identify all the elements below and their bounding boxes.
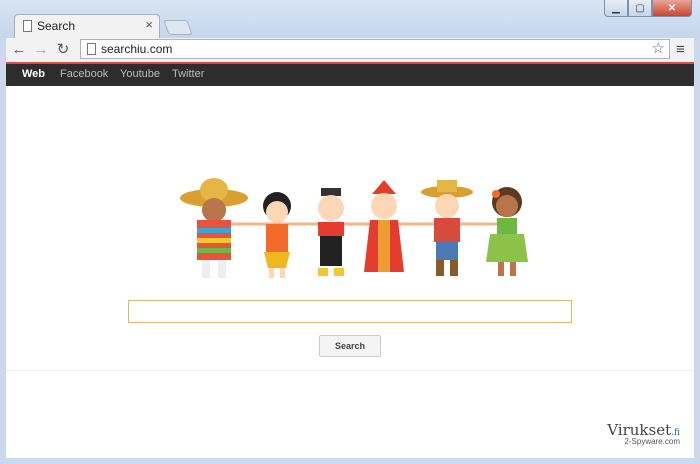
kid-mexican xyxy=(180,178,248,278)
page-icon xyxy=(23,20,32,32)
page-content: Search Virukset.fi 2-Spyware.com xyxy=(6,86,694,458)
tab-close-icon[interactable]: × xyxy=(145,18,153,32)
kid-asian xyxy=(263,192,291,278)
kid-cowboy xyxy=(421,180,473,276)
tab-title: Search xyxy=(37,19,76,33)
url-text: searchiu.com xyxy=(101,42,173,56)
new-tab-button[interactable] xyxy=(163,20,193,35)
nav-web[interactable]: Web xyxy=(22,68,45,80)
kids-illustration xyxy=(180,178,528,278)
page-icon xyxy=(87,43,96,55)
window-controls: ▁ ▢ ✕ xyxy=(604,0,692,18)
watermark: Virukset.fi 2-Spyware.com xyxy=(607,421,680,446)
minimize-button[interactable]: ▁ xyxy=(604,0,628,17)
menu-icon[interactable]: ≡ xyxy=(676,40,685,60)
kid-european xyxy=(318,188,344,276)
close-window-button[interactable]: ✕ xyxy=(652,0,692,17)
nav-twitter[interactable]: Twitter xyxy=(172,68,204,80)
back-icon[interactable]: ← xyxy=(10,40,28,60)
title-bar: Search × ▁ ▢ ✕ xyxy=(0,0,700,38)
divider xyxy=(6,370,694,371)
site-navbar: Web Facebook Youtube Twitter xyxy=(6,62,694,86)
nav-facebook[interactable]: Facebook xyxy=(60,68,108,80)
forward-icon[interactable]: → xyxy=(32,40,50,60)
bookmark-star-icon[interactable]: ☆ xyxy=(652,40,665,58)
browser-window: Search × ▁ ▢ ✕ ← → ↻ searchiu.com ☆ ≡ We… xyxy=(0,0,700,464)
kid-russian xyxy=(364,180,404,272)
browser-tab[interactable]: Search × xyxy=(14,14,160,38)
kid-hawaiian xyxy=(486,187,528,276)
reload-icon[interactable]: ↻ xyxy=(54,40,72,60)
address-bar[interactable]: searchiu.com ☆ xyxy=(80,39,670,59)
search-input[interactable] xyxy=(128,300,572,323)
nav-youtube[interactable]: Youtube xyxy=(120,68,160,80)
browser-toolbar: ← → ↻ searchiu.com ☆ ≡ xyxy=(6,38,694,62)
maximize-button[interactable]: ▢ xyxy=(628,0,652,17)
search-button[interactable]: Search xyxy=(319,335,381,357)
